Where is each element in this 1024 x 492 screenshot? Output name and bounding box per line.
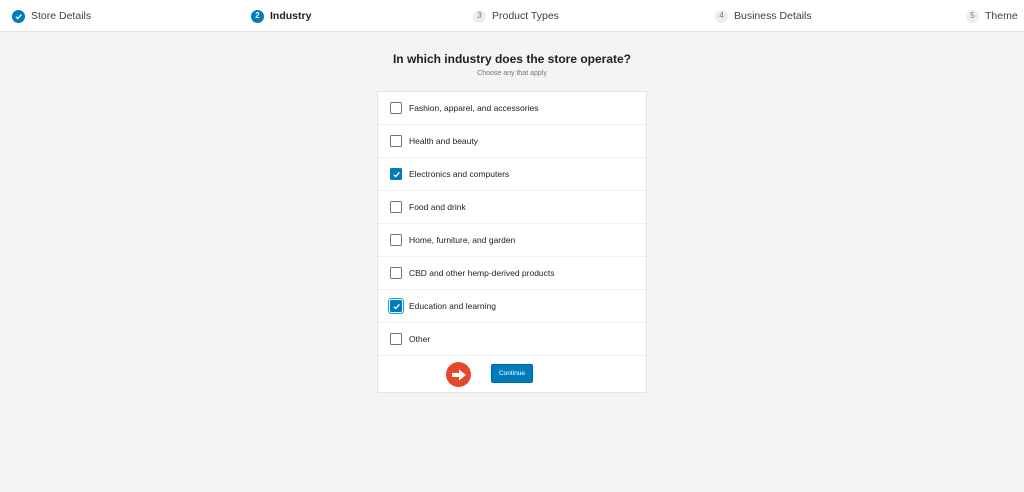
step-product-types[interactable]: 3 Product Types (473, 0, 559, 32)
option-home-furniture[interactable]: Home, furniture, and garden (378, 224, 646, 257)
option-cbd[interactable]: CBD and other hemp-derived products (378, 257, 646, 290)
option-food-drink[interactable]: Food and drink (378, 191, 646, 224)
checkmark-icon (12, 9, 25, 23)
card-footer: Continue (378, 356, 646, 392)
option-label: Home, furniture, and garden (409, 235, 516, 245)
checkbox[interactable] (390, 333, 402, 345)
step-theme[interactable]: 5 Theme (966, 0, 1018, 32)
industry-options-card: Fashion, apparel, and accessories Health… (377, 91, 647, 393)
option-label: CBD and other hemp-derived products (409, 268, 555, 278)
checkmark-icon (392, 171, 400, 177)
step-number: 2 (251, 9, 264, 23)
arrow-right-icon (446, 362, 471, 387)
checkmark-icon (392, 303, 400, 309)
step-industry[interactable]: 2 Industry (251, 0, 311, 32)
step-label: Theme (985, 10, 1018, 22)
continue-button[interactable]: Continue (491, 364, 533, 383)
step-number: 3 (473, 9, 486, 23)
step-label: Product Types (492, 10, 559, 22)
checkbox[interactable] (390, 168, 402, 180)
setup-stepper: Store Details 2 Industry 3 Product Types… (0, 0, 1024, 32)
option-label: Fashion, apparel, and accessories (409, 103, 539, 113)
step-label: Business Details (734, 10, 812, 22)
checkbox[interactable] (390, 267, 402, 279)
option-label: Food and drink (409, 202, 466, 212)
option-label: Health and beauty (409, 136, 478, 146)
step-label: Industry (270, 10, 312, 22)
page-subtitle: Choose any that apply (477, 70, 547, 77)
step-store-details[interactable]: Store Details (12, 0, 91, 32)
step-number: 5 (966, 9, 979, 23)
option-education[interactable]: Education and learning (378, 290, 646, 323)
option-other[interactable]: Other (378, 323, 646, 356)
checkbox[interactable] (390, 234, 402, 246)
step-label: Store Details (31, 10, 92, 22)
option-health-beauty[interactable]: Health and beauty (378, 125, 646, 158)
option-label: Electronics and computers (409, 169, 510, 179)
option-fashion[interactable]: Fashion, apparel, and accessories (378, 92, 646, 125)
step-business-details[interactable]: 4 Business Details (715, 0, 812, 32)
option-label: Education and learning (409, 301, 496, 311)
option-electronics[interactable]: Electronics and computers (378, 158, 646, 191)
checkbox[interactable] (390, 135, 402, 147)
step-number: 4 (715, 9, 728, 23)
checkbox[interactable] (390, 300, 402, 312)
option-label: Other (409, 334, 431, 344)
page-title: In which industry does the store operate… (392, 52, 632, 66)
checkbox[interactable] (390, 102, 402, 114)
checkbox[interactable] (390, 201, 402, 213)
